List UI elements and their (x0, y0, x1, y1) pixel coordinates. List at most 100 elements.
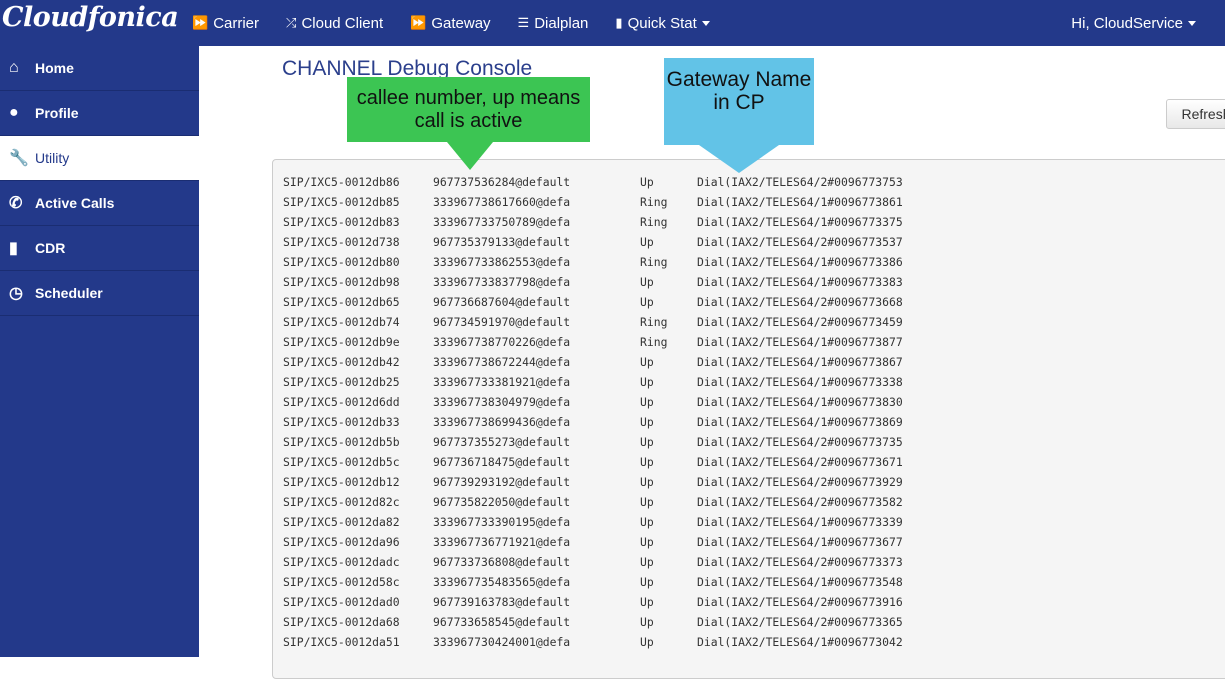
call-state: Up (640, 575, 654, 589)
console-row: SIP/IXC5-0012db42 333967738672244@defa Up D… (283, 352, 1225, 372)
nav-label: Quick Stat (627, 14, 697, 32)
channel-id: SIP/IXC5-0012da68 (283, 615, 400, 629)
console-row: SIP/IXC5-0012db86 967737536284@default Up D… (283, 172, 1225, 192)
channel-id: SIP/IXC5-0012db25 (283, 375, 400, 389)
call-state: Ring (640, 215, 668, 229)
console-row: SIP/IXC5-0012db85 333967738617660@defa Rin… (283, 192, 1225, 212)
channel-id: SIP/IXC5-0012db98 (283, 275, 400, 289)
call-state: Up (640, 455, 654, 469)
book-icon: ▮ (615, 15, 623, 30)
list-icon: ☰ (517, 15, 530, 30)
user-greeting: Hi, CloudService (1071, 14, 1183, 32)
book-icon: ▮ (9, 240, 18, 257)
refresh-button[interactable]: Refresh (1166, 99, 1225, 129)
dial-command: Dial(IAX2/TELES64/1#0096773861 (697, 195, 903, 209)
nav-carrier[interactable]: ⏩ Carrier (192, 15, 259, 32)
console-row: SIP/IXC5-0012db83 333967733750789@defa Rin… (283, 212, 1225, 232)
call-state: Up (640, 515, 654, 529)
dial-command: Dial(IAX2/TELES64/2#0096773582 (697, 495, 903, 509)
channel-id: SIP/IXC5-0012db83 (283, 215, 400, 229)
call-state: Up (640, 635, 654, 649)
console-row: SIP/IXC5-0012da82 333967733390195@defa Up D… (283, 512, 1225, 532)
home-icon: ⌂ (9, 59, 19, 76)
sidebar-item-profile[interactable]: ● Profile (0, 91, 199, 136)
channel-id: SIP/IXC5-0012db80 (283, 255, 400, 269)
call-state: Up (640, 355, 654, 369)
call-state: Up (640, 395, 654, 409)
call-state: Up (640, 295, 654, 309)
dial-command: Dial(IAX2/TELES64/1#0096773869 (697, 415, 903, 429)
channel-id: SIP/IXC5-0012dadc (283, 555, 400, 569)
callee-number: 333967730424001@defa (433, 635, 571, 649)
clock-icon: ◷ (9, 285, 23, 302)
sidebar-item-utility[interactable]: 🔧 Utility (0, 136, 199, 181)
callee-number: 967736718475@default (433, 455, 571, 469)
sidebar-item-label: CDR (35, 240, 66, 256)
nav-dialplan[interactable]: ☰ Dialplan (518, 15, 589, 32)
channel-id: SIP/IXC5-0012da96 (283, 535, 400, 549)
double-chevron-right-icon: ⏩ (192, 15, 209, 30)
callee-number: 333967733381921@defa (433, 375, 571, 389)
console-row: SIP/IXC5-0012da96 333967736771921@defa Up D… (283, 532, 1225, 552)
console-row: SIP/IXC5-0012db5c 967736718475@default Up D… (283, 452, 1225, 472)
channel-id: SIP/IXC5-0012db42 (283, 355, 400, 369)
dial-command: Dial(IAX2/TELES64/2#0096773459 (697, 315, 903, 329)
channel-id: SIP/IXC5-0012da51 (283, 635, 400, 649)
callee-number: 333967733390195@defa (433, 515, 571, 529)
console-row: SIP/IXC5-0012db65 967736687604@default Up D… (283, 292, 1225, 312)
channel-id: SIP/IXC5-0012db33 (283, 415, 400, 429)
channel-id: SIP/IXC5-0012db5b (283, 435, 400, 449)
sidebar-item-home[interactable]: ⌂ Home (0, 46, 199, 91)
call-state: Up (640, 475, 654, 489)
nav-quick-stat[interactable]: ▮ Quick Stat (615, 14, 710, 32)
double-chevron-right-icon: ⏩ (410, 15, 427, 30)
console-row: SIP/IXC5-0012da68 967733658545@default Up D… (283, 612, 1225, 632)
sidebar-item-label: Utility (35, 150, 70, 166)
console-row: SIP/IXC5-0012db80 333967733862553@defa Rin… (283, 252, 1225, 272)
console-row: SIP/IXC5-0012d6dd 333967738304979@defa Up D… (283, 392, 1225, 412)
sidebar-item-active-calls[interactable]: ✆ Active Calls (0, 181, 199, 226)
channel-id: SIP/IXC5-0012d58c (283, 575, 400, 589)
nav-label: Cloud Client (301, 14, 384, 32)
dial-command: Dial(IAX2/TELES64/1#0096773338 (697, 375, 903, 389)
callee-number: 333967733837798@defa (433, 275, 571, 289)
call-state: Ring (640, 335, 668, 349)
channel-id: SIP/IXC5-0012db9e (283, 335, 400, 349)
call-state: Up (640, 415, 654, 429)
dial-command: Dial(IAX2/TELES64/1#0096773383 (697, 275, 903, 289)
callee-number: 967736687604@default (433, 295, 571, 309)
user-icon: ● (9, 104, 19, 121)
main-nav: ⏩ Carrier ⤮ Cloud Client ⏩ Gateway ☰ Dia… (192, 0, 737, 46)
call-state: Ring (640, 315, 668, 329)
channel-id: SIP/IXC5-0012db65 (283, 295, 400, 309)
wrench-icon: 🔧 (9, 150, 29, 167)
console-row: SIP/IXC5-0012d738 967735379133@default Up D… (283, 232, 1225, 252)
sidebar-item-scheduler[interactable]: ◷ Scheduler (0, 271, 199, 316)
console-row: SIP/IXC5-0012db74 967734591970@default Rin… (283, 312, 1225, 332)
sidebar-item-cdr[interactable]: ▮ CDR (0, 226, 199, 271)
call-state: Up (640, 435, 654, 449)
annotation-callee-number: callee number, up means call is active (347, 77, 590, 170)
channel-id: SIP/IXC5-0012db74 (283, 315, 400, 329)
debug-console-output[interactable]: SIP/IXC5-0012db86 967737536284@default Up D… (272, 159, 1225, 679)
console-row: SIP/IXC5-0012db12 967739293192@default Up D… (283, 472, 1225, 492)
console-row: SIP/IXC5-0012db33 333967738699436@defa Up D… (283, 412, 1225, 432)
channel-id: SIP/IXC5-0012dad0 (283, 595, 400, 609)
callee-number: 967733736808@default (433, 555, 571, 569)
channel-id: SIP/IXC5-0012db85 (283, 195, 400, 209)
channel-id: SIP/IXC5-0012d738 (283, 235, 400, 249)
brand-logo[interactable]: Cloudfonica (2, 2, 179, 33)
callee-number: 967735379133@default (433, 235, 571, 249)
console-row: SIP/IXC5-0012d58c 333967735483565@defa Up D… (283, 572, 1225, 592)
callee-number: 333967733862553@defa (433, 255, 571, 269)
dial-command: Dial(IAX2/TELES64/1#0096773042 (697, 635, 903, 649)
sidebar-item-label: Home (35, 60, 74, 76)
callee-number: 967737536284@default (433, 175, 571, 189)
console-row: SIP/IXC5-0012db5b 967737355273@default Up D… (283, 432, 1225, 452)
callee-number: 967739293192@default (433, 475, 571, 489)
nav-cloud-client[interactable]: ⤮ Cloud Client (286, 15, 383, 32)
dial-command: Dial(IAX2/TELES64/1#0096773386 (697, 255, 903, 269)
nav-gateway[interactable]: ⏩ Gateway (410, 15, 490, 32)
dial-command: Dial(IAX2/TELES64/1#0096773375 (697, 215, 903, 229)
user-menu[interactable]: Hi, CloudService (1071, 0, 1196, 46)
